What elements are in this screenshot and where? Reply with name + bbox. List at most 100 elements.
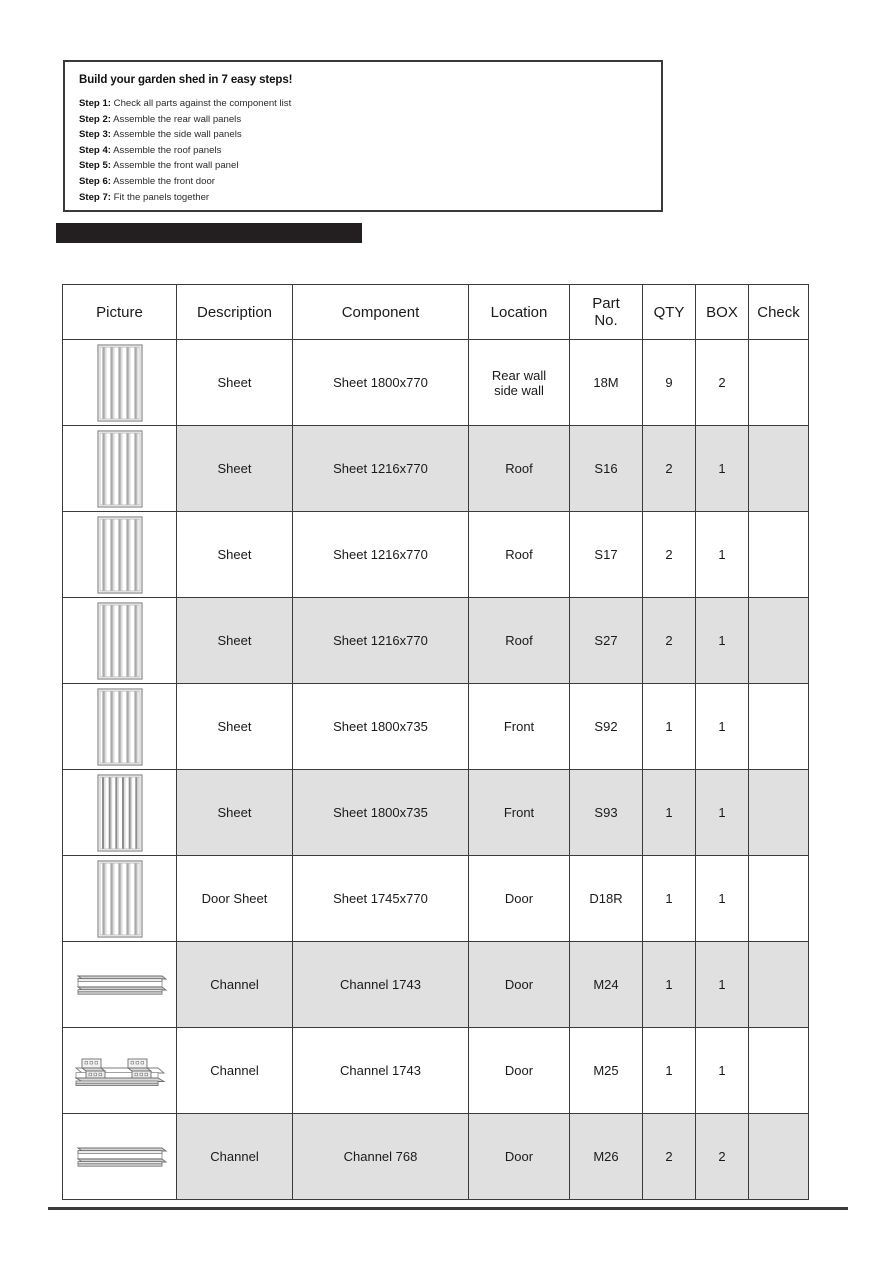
table-body: Sheet Sheet 1800x770 Rear wall side wall 18M… [62, 339, 809, 1200]
step-row: Step 5: Assemble the front wall panel [79, 158, 639, 174]
cell-check[interactable] [748, 855, 809, 942]
cell-component: Sheet 1800x770 [292, 339, 469, 426]
cell-location-line1: Rear wall [491, 367, 547, 383]
table-row: Channel Channel 1743 Door M24 1 1 [62, 941, 809, 1028]
cell-box: 2 [695, 339, 749, 426]
sheet-icon [63, 426, 176, 511]
cell-location: Roof [468, 425, 570, 512]
step-label: Step 2: [79, 113, 111, 125]
cell-description: Sheet [176, 597, 293, 684]
channel-icon [63, 1114, 176, 1199]
step-text: Assemble the front door [111, 175, 215, 187]
cell-location-line2: side wall [494, 382, 544, 398]
cell-picture [62, 683, 177, 770]
cell-check[interactable] [748, 941, 809, 1028]
cell-picture [62, 1027, 177, 1114]
cell-qty: 2 [642, 511, 696, 598]
steps-box-title: Build your garden shed in 7 easy steps! [79, 74, 293, 86]
cell-check[interactable] [748, 339, 809, 426]
channel-icon [63, 942, 176, 1027]
cell-picture [62, 597, 177, 684]
step-text: Fit the panels together [111, 191, 210, 203]
cell-part-no: D18R [569, 855, 643, 942]
cell-location: Door [468, 1113, 570, 1200]
cell-component: Sheet 1800x735 [292, 683, 469, 770]
cell-description: Sheet [176, 339, 293, 426]
cell-component: Sheet 1745x770 [292, 855, 469, 942]
cell-component: Sheet 1216x770 [292, 511, 469, 598]
cell-check[interactable] [748, 1027, 809, 1114]
step-label: Step 5: [79, 160, 111, 172]
cell-location: Door [468, 855, 570, 942]
step-label: Step 4: [79, 144, 111, 156]
column-header-part-no-line2: No. [594, 312, 618, 329]
channel-bracket-icon [63, 1028, 176, 1113]
cell-description: Sheet [176, 769, 293, 856]
cell-location: Roof [468, 597, 570, 684]
cell-component: Channel 768 [292, 1113, 469, 1200]
column-header-location: Location [468, 284, 570, 340]
cell-qty: 1 [642, 683, 696, 770]
cell-qty: 2 [642, 1113, 696, 1200]
cell-box: 1 [695, 597, 749, 684]
cell-qty: 1 [642, 855, 696, 942]
cell-picture [62, 941, 177, 1028]
cell-qty: 2 [642, 425, 696, 512]
cell-component: Channel 1743 [292, 1027, 469, 1114]
cell-part-no: S16 [569, 425, 643, 512]
cell-part-no: S93 [569, 769, 643, 856]
cell-check[interactable] [748, 683, 809, 770]
column-header-check: Check [748, 284, 809, 340]
cell-location: Front [468, 769, 570, 856]
step-label: Step 6: [79, 175, 111, 187]
step-text: Assemble the roof panels [111, 144, 222, 156]
cell-description: Channel [176, 1113, 293, 1200]
cell-qty: 2 [642, 597, 696, 684]
column-header-part-no: Part No. [569, 284, 643, 340]
cell-location: Door [468, 1027, 570, 1114]
step-text: Assemble the rear wall panels [111, 113, 242, 125]
cell-check[interactable] [748, 769, 809, 856]
cell-check[interactable] [748, 597, 809, 684]
cell-description: Channel [176, 1027, 293, 1114]
component-list-table: Picture Description Component Location P… [62, 284, 809, 1200]
cell-location: Door [468, 941, 570, 1028]
cell-picture [62, 339, 177, 426]
table-row: Channel Channel 768 Door M26 2 2 [62, 1113, 809, 1200]
cell-picture [62, 855, 177, 942]
cell-box: 2 [695, 1113, 749, 1200]
column-header-description: Description [176, 284, 293, 340]
cell-box: 1 [695, 855, 749, 942]
cell-qty: 1 [642, 769, 696, 856]
redacted-heading-bar [56, 223, 362, 243]
cell-component: Sheet 1216x770 [292, 425, 469, 512]
step-row: Step 3: Assemble the side wall panels [79, 127, 639, 143]
table-row: Door Sheet Sheet 1745x770 Door D18R 1 1 [62, 855, 809, 942]
cell-check[interactable] [748, 511, 809, 598]
column-header-part-no-line1: Part [592, 295, 620, 312]
page-bottom-rule [48, 1207, 848, 1210]
cell-description: Door Sheet [176, 855, 293, 942]
cell-check[interactable] [748, 425, 809, 512]
sheet-icon [63, 598, 176, 683]
table-row: Sheet Sheet 1800x735 Front S92 1 1 [62, 683, 809, 770]
steps-instruction-box: Build your garden shed in 7 easy steps! … [63, 60, 663, 212]
step-row: Step 4: Assemble the roof panels [79, 143, 639, 159]
table-row: Sheet Sheet 1216x770 Roof S27 2 1 [62, 597, 809, 684]
cell-box: 1 [695, 941, 749, 1028]
table-row: Sheet Sheet 1800x770 Rear wall side wall 18M… [62, 339, 809, 426]
cell-qty: 1 [642, 1027, 696, 1114]
sheet-icon [63, 512, 176, 597]
sheet-icon [63, 856, 176, 941]
cell-part-no: M25 [569, 1027, 643, 1114]
cell-component: Sheet 1800x735 [292, 769, 469, 856]
cell-check[interactable] [748, 1113, 809, 1200]
sheet-icon-dense [63, 770, 176, 855]
step-label: Step 1: [79, 98, 111, 109]
table-row: Sheet Sheet 1216x770 Roof S16 2 1 [62, 425, 809, 512]
cell-location: Rear wall side wall [468, 339, 570, 426]
sheet-icon [63, 340, 176, 425]
cell-picture [62, 1113, 177, 1200]
cell-box: 1 [695, 511, 749, 598]
step-row: Step 2: Assemble the rear wall panels [79, 112, 639, 128]
